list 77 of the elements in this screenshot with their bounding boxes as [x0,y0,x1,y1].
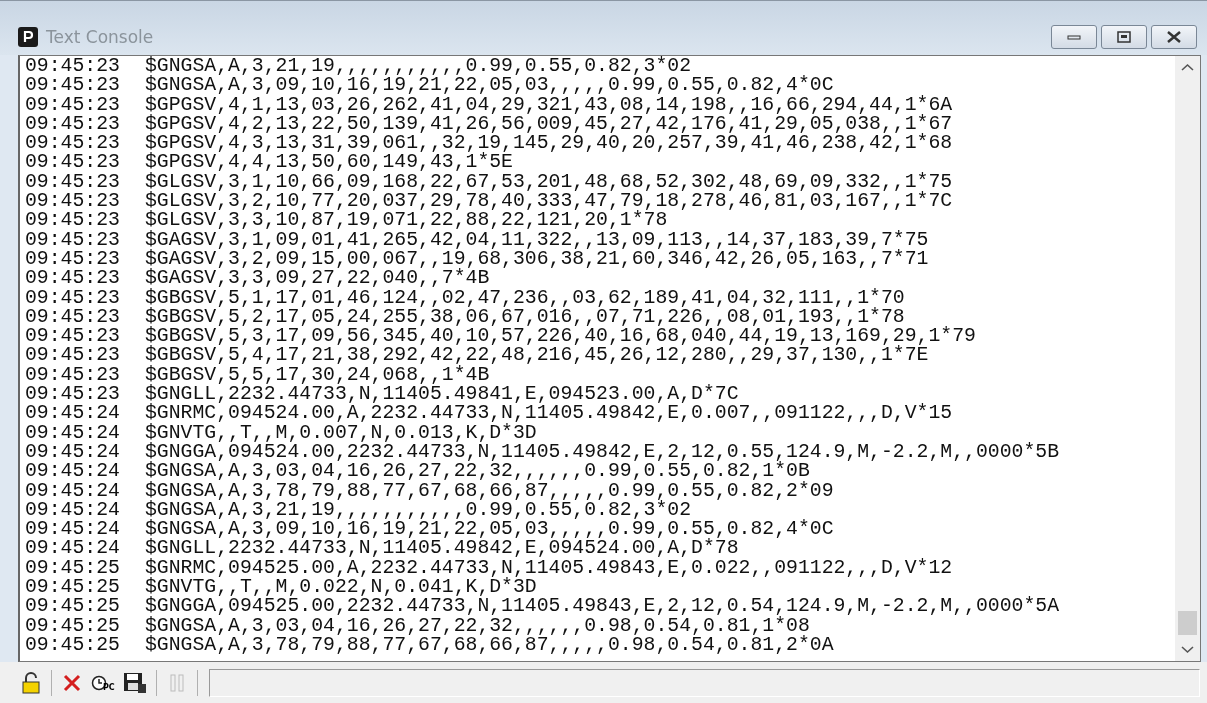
timestamp: 09:45:24 [25,423,121,443]
timestamp: 09:45:23 [25,95,121,115]
timestamp: 09:45:23 [25,385,121,405]
timestamp: 09:45:23 [25,153,121,173]
console-line: $GBGSV,5,2,17,05,24,255,38,06,67,016,,07,71,226,,08,01,193,,1*78 [145,307,905,328]
timestamp: 09:45:25 [25,635,121,656]
console-line: $GNGSA,A,3,03,04,16,26,27,22,32,,,,,,0.99,0.55,0.82,1*0B [145,462,810,482]
console-line: $GNVTG,,T,,M,0.022,N,0.041,K,D*3D [145,578,537,598]
console-line: $GBGSV,5,1,17,01,46,124,,02,47,236,,03,62,189,41,04,32,111,,1*70 [145,288,905,308]
timestamp: 09:45:24 [25,481,121,501]
close-button[interactable] [1151,25,1197,49]
minimize-icon [1067,33,1081,41]
timestamp: 09:45:23 [25,346,121,366]
timestamp: 09:45:23 [25,211,121,231]
console-line: $GNGSA,A,3,21,19,,,,,,,,,,,0.99,0.55,0.82,3*02 [145,57,692,77]
timestamp: 09:45:25 [25,578,121,598]
console-line: $GBGSV,5,4,17,21,38,292,42,22,48,216,45,26,12,280,,29,37,130,,1*7E [145,346,929,366]
timestamp: 09:45:23 [25,172,121,193]
clock-button[interactable]: PC [89,668,117,697]
timestamp: 09:45:25 [25,558,121,578]
timestamp: 09:45:25 [25,616,121,636]
timestamp: 09:45:24 [25,404,121,424]
timestamp: 09:45:23 [25,365,121,386]
timestamp: 09:45:23 [25,192,121,212]
timestamp: 09:45:23 [25,249,121,270]
timestamp: 09:45:23 [25,134,121,154]
console-line: $GBGSV,5,5,17,30,24,068,,1*4B [145,365,490,386]
console-line: $GNGSA,A,3,09,10,16,19,21,22,05,03,,,,,0.99,0.55,0.82,4*0C [145,520,834,540]
console-line: $GNGSA,A,3,03,04,16,26,27,22,32,,,,,,0.98,0.54,0.81,1*08 [145,616,810,636]
timestamp: 09:45:23 [25,57,121,77]
console-line: $GNGSA,A,3,78,79,88,77,67,68,66,87,,,,,0.98,0.54,0.81,2*0A [145,635,834,656]
console-line: $GPGSV,4,3,13,31,39,061,,32,19,145,29,40,20,257,39,41,46,238,42,1*68 [145,134,953,154]
console-line: $GAGSV,3,2,09,15,00,067,,19,68,306,38,21,60,346,42,26,05,163,,7*71 [145,249,929,270]
timestamp: 09:45:24 [25,462,121,482]
timestamp: 09:45:24 [25,442,121,463]
console-line: $GNRMC,094524.00,A,2232.44733,N,11405.49842,E,0.007,,091122,,,D,V*15 [145,404,953,424]
status-field[interactable] [208,668,1200,697]
timestamp: 09:45:23 [25,269,121,289]
timestamp: 09:45:24 [25,539,121,559]
console-line: $GNGGA,094525.00,2232.44733,N,11405.49843,E,2,12,0.54,124.9,M,-2.2,M,,0000*5A [145,597,1060,617]
console-line: $GPGSV,4,4,13,50,60,149,43,1*5E [145,153,513,173]
timestamp: 09:45:24 [25,500,121,521]
timestamp: 09:45:24 [25,520,121,540]
console-line: $GLGSV,3,1,10,66,09,168,22,67,53,201,48,68,52,302,48,69,09,332,,1*75 [145,172,953,193]
pause-icon [168,673,185,692]
console-line: $GAGSV,3,1,09,01,41,265,42,04,11,322,,13,09,113,,14,37,183,39,7*75 [145,230,929,250]
console-line: $GLGSV,3,3,10,87,19,071,22,88,22,121,20,1*78 [145,211,668,231]
floppy-disk-icon [122,671,147,694]
console-line: $GNGGA,094524.00,2232.44733,N,11405.49842,E,2,12,0.55,124.9,M,-2.2,M,,0000*5B [145,442,1060,463]
app-icon [18,27,38,47]
console-line: $GNRMC,094525.00,A,2232.44733,N,11405.49843,E,0.022,,091122,,,D,V*12 [145,558,953,578]
console-line: $GNGSA,A,3,78,79,88,77,67,68,66,87,,,,,0.99,0.55,0.82,2*09 [145,481,834,501]
console-line: $GNGSA,A,3,21,19,,,,,,,,,,,0.99,0.55,0.82,3*02 [145,500,692,521]
timestamp: 09:45:23 [25,288,121,308]
console-line: $GLGSV,3,2,10,77,20,037,29,78,40,333,47,79,18,278,46,81,03,167,,1*7C [145,192,953,212]
timestamp: 09:45:23 [25,230,121,250]
timestamp: 09:45:23 [25,307,121,328]
timestamp: 09:45:23 [25,114,121,135]
console-line: $GNGLL,2232.44733,N,11405.49841,E,094523.00,A,D*7C [145,385,739,405]
console-line: $GPGSV,4,1,13,03,26,262,41,04,29,321,43,08,14,198,,16,66,294,44,1*6A [145,95,953,115]
maximize-button[interactable] [1101,25,1147,49]
console-line: $GNGSA,A,3,09,10,16,19,21,22,05,03,,,,,0.99,0.55,0.82,4*0C [145,76,834,96]
close-icon [1166,31,1182,43]
console-line: $GBGSV,5,3,17,09,56,345,40,10,57,226,40,16,68,040,44,19,13,169,29,1*79 [145,327,976,347]
timestamp: 09:45:25 [25,597,121,617]
lock-icon [21,671,41,694]
timestamp: 09:45:23 [25,327,121,347]
console-line: $GPGSV,4,2,13,22,50,139,41,26,56,009,45,27,42,176,41,29,05,038,,1*67 [145,114,953,135]
timestamp: 09:45:23 [25,76,121,96]
close-icon [62,672,82,693]
console-line: $GNVTG,,T,,M,0.007,N,0.013,K,D*3D [145,423,537,443]
scrollbar-thumb[interactable] [1178,611,1197,635]
console-line: $GNGLL,2232.44733,N,11405.49842,E,094524.00,A,D*78 [145,539,739,559]
minimize-button[interactable] [1051,25,1097,49]
maximize-icon [1117,31,1131,43]
window-title: Text Console [46,27,155,47]
console-line: $GAGSV,3,3,09,27,22,040,,7*4B [145,269,490,289]
